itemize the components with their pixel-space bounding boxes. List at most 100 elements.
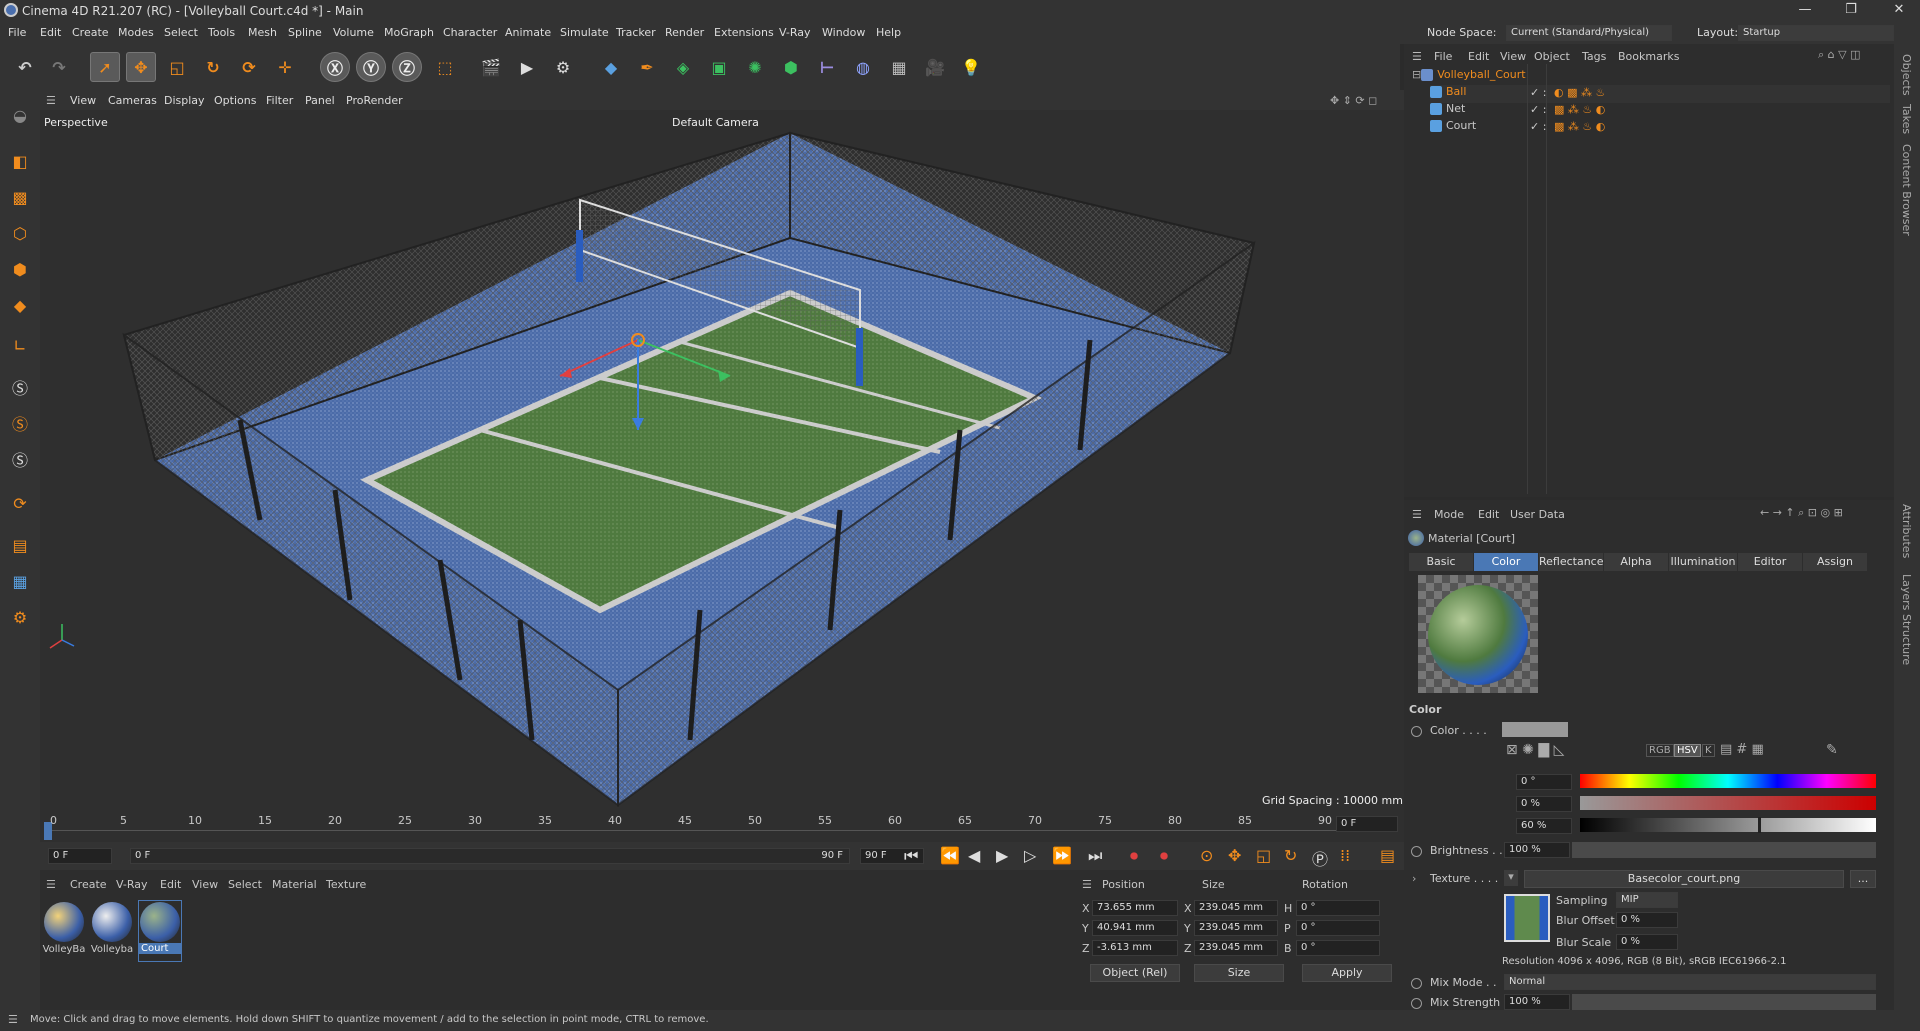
viewport-menu-icon[interactable]: ☰ bbox=[46, 94, 56, 107]
mat-menu-select[interactable]: Select bbox=[228, 878, 262, 891]
prev-frame-icon[interactable]: ◀ bbox=[968, 846, 980, 865]
pen-icon[interactable]: ✒ bbox=[632, 52, 662, 82]
menu-extensions[interactable]: Extensions bbox=[714, 26, 774, 39]
blur-offset-field[interactable]: 0 % bbox=[1616, 912, 1678, 928]
tab-illumination[interactable]: Illumination bbox=[1669, 553, 1737, 571]
color-mixer-icons[interactable]: ▤ # ▦ bbox=[1720, 742, 1764, 757]
goto-start-icon[interactable]: ⏮ bbox=[904, 846, 918, 866]
vp-menu-prorender[interactable]: ProRender bbox=[346, 94, 403, 107]
rot-b-field[interactable]: 0 ° bbox=[1296, 940, 1380, 956]
texture-browse-button[interactable]: ... bbox=[1850, 870, 1876, 888]
autokey-icon[interactable]: ⏺ bbox=[1160, 846, 1168, 866]
saturation-slider[interactable] bbox=[1580, 796, 1876, 810]
obj-menu-view[interactable]: View bbox=[1500, 50, 1526, 63]
side-tab-content-browser[interactable]: Content Browser bbox=[1900, 144, 1913, 236]
kelvin-mode-button[interactable]: K bbox=[1702, 744, 1715, 757]
tab-color[interactable]: Color bbox=[1474, 553, 1538, 571]
menu-edit[interactable]: Edit bbox=[40, 26, 61, 39]
axis-mode-icon[interactable]: ∟ bbox=[5, 330, 35, 360]
tab-basic[interactable]: Basic bbox=[1409, 553, 1473, 571]
menu-mesh[interactable]: Mesh bbox=[248, 26, 277, 39]
vp-menu-panel[interactable]: Panel bbox=[305, 94, 335, 107]
visibility-icon[interactable]: ✓ : bbox=[1530, 120, 1546, 133]
menu-modes[interactable]: Modes bbox=[118, 26, 154, 39]
current-frame-field[interactable]: 0 F bbox=[1336, 816, 1398, 832]
pos-x-field[interactable]: 73.655 mm bbox=[1092, 900, 1178, 916]
brightness-field[interactable]: 100 % bbox=[1504, 842, 1570, 858]
vp-menu-display[interactable]: Display bbox=[164, 94, 205, 107]
menu-spline[interactable]: Spline bbox=[288, 26, 322, 39]
obj-menu-object[interactable]: Object bbox=[1534, 50, 1570, 63]
size-x-field[interactable]: 239.045 mm bbox=[1194, 900, 1278, 916]
edges-mode-icon[interactable]: ⬢ bbox=[5, 254, 35, 284]
key-pla-icon[interactable]: ⁞⁞ bbox=[1340, 846, 1350, 865]
y-axis-icon[interactable]: Ⓨ bbox=[356, 52, 386, 82]
hue-slider[interactable] bbox=[1580, 774, 1876, 788]
snap-icon[interactable]: Ⓢ bbox=[5, 372, 35, 402]
points-mode-icon[interactable]: ⬡ bbox=[5, 218, 35, 248]
tab-editor[interactable]: Editor bbox=[1738, 553, 1802, 571]
size-mode-select[interactable]: Size bbox=[1194, 964, 1284, 982]
prev-key-icon[interactable]: ⏪ bbox=[940, 846, 960, 865]
tab-assign[interactable]: Assign bbox=[1803, 553, 1867, 571]
vp-menu-view[interactable]: View bbox=[70, 94, 96, 107]
z-axis-icon[interactable]: Ⓩ bbox=[392, 52, 422, 82]
coords-menu-icon[interactable]: ☰ bbox=[1082, 878, 1092, 891]
layout-select[interactable]: Startup bbox=[1738, 25, 1894, 41]
cube-icon[interactable]: ◆ bbox=[596, 52, 626, 82]
brightness-radio[interactable] bbox=[1411, 846, 1422, 857]
extrude-icon[interactable]: ▣ bbox=[704, 52, 734, 82]
menu-tracker[interactable]: Tracker bbox=[616, 26, 656, 39]
menu-animate[interactable]: Animate bbox=[505, 26, 551, 39]
h-field[interactable]: 0 ° bbox=[1516, 774, 1572, 790]
select-icon[interactable]: ➚ bbox=[90, 52, 120, 82]
tree-item-root[interactable]: ⊟ Volleyball_Court bbox=[1412, 68, 1892, 86]
material-swatch-selected[interactable]: Court bbox=[138, 900, 182, 962]
vp-menu-filter[interactable]: Filter bbox=[266, 94, 293, 107]
attr-menu-edit[interactable]: Edit bbox=[1478, 508, 1499, 521]
color-picker-icons[interactable]: ⊠ ✺ ▇ ◺ bbox=[1506, 742, 1564, 758]
side-tab-objects[interactable]: Objects bbox=[1900, 54, 1913, 96]
mix-strength-radio[interactable] bbox=[1411, 998, 1422, 1009]
pos-z-field[interactable]: -3.613 mm bbox=[1092, 940, 1178, 956]
apply-button[interactable]: Apply bbox=[1302, 964, 1392, 982]
mat-menu-vray[interactable]: V-Ray bbox=[116, 878, 148, 891]
node-space-select[interactable]: Current (Standard/Physical) bbox=[1506, 25, 1672, 41]
menu-help[interactable]: Help bbox=[876, 26, 901, 39]
side-tab-layers[interactable]: Layers bbox=[1900, 574, 1913, 610]
timeline-icon[interactable]: ▤ bbox=[1380, 846, 1395, 865]
menu-volume[interactable]: Volume bbox=[333, 26, 374, 39]
status-menu-icon[interactable]: ☰ bbox=[8, 1013, 18, 1026]
mat-menu-texture[interactable]: Texture bbox=[326, 878, 366, 891]
polygons-mode-icon[interactable]: ◆ bbox=[5, 290, 35, 320]
redo-icon[interactable]: ↷ bbox=[44, 52, 74, 82]
snap-settings-icon[interactable]: Ⓢ bbox=[5, 408, 35, 438]
texture-mode-icon[interactable]: ▩ bbox=[5, 182, 35, 212]
side-tab-attributes[interactable]: Attributes bbox=[1900, 504, 1913, 558]
side-tab-structure[interactable]: Structure bbox=[1900, 614, 1913, 665]
minimize-button[interactable]: — bbox=[1790, 2, 1820, 20]
menu-character[interactable]: Character bbox=[443, 26, 497, 39]
rotate-icon[interactable]: ↻ bbox=[198, 52, 228, 82]
render-view-icon[interactable]: ▶ bbox=[512, 52, 542, 82]
menu-simulate[interactable]: Simulate bbox=[560, 26, 609, 39]
maximize-button[interactable]: ❐ bbox=[1836, 2, 1866, 20]
camera-icon[interactable]: 🎥 bbox=[920, 52, 950, 82]
obj-menu-edit[interactable]: Edit bbox=[1468, 50, 1489, 63]
tags-icon[interactable]: ▩ ⁂ ♨ ◐ bbox=[1554, 120, 1605, 133]
vp-menu-options[interactable]: Options bbox=[214, 94, 256, 107]
tweak-icon[interactable]: ⟳ bbox=[5, 488, 35, 518]
snap-workplane-icon[interactable]: Ⓢ bbox=[5, 444, 35, 474]
live-select-icon[interactable]: ⟳ bbox=[234, 52, 264, 82]
symmetry-icon[interactable]: ⊢ bbox=[812, 52, 842, 82]
side-tab-takes[interactable]: Takes bbox=[1900, 104, 1913, 134]
rot-p-field[interactable]: 0 ° bbox=[1296, 920, 1380, 936]
grid-icon[interactable]: ▦ bbox=[5, 566, 35, 596]
mix-strength-slider[interactable] bbox=[1572, 994, 1876, 1010]
attr-nav-icons[interactable]: ← → ↑ ⌕ ⊡ ◎ ⊞ bbox=[1760, 506, 1843, 520]
subdivision-icon[interactable]: ◈ bbox=[668, 52, 698, 82]
viewport-nav-icons[interactable]: ✥ ⇕ ⟳ ◻ bbox=[1330, 94, 1377, 107]
workplane-icon[interactable]: ▤ bbox=[5, 530, 35, 560]
v-field[interactable]: 60 % bbox=[1516, 818, 1572, 834]
attr-menu-icon[interactable]: ☰ bbox=[1412, 508, 1422, 521]
